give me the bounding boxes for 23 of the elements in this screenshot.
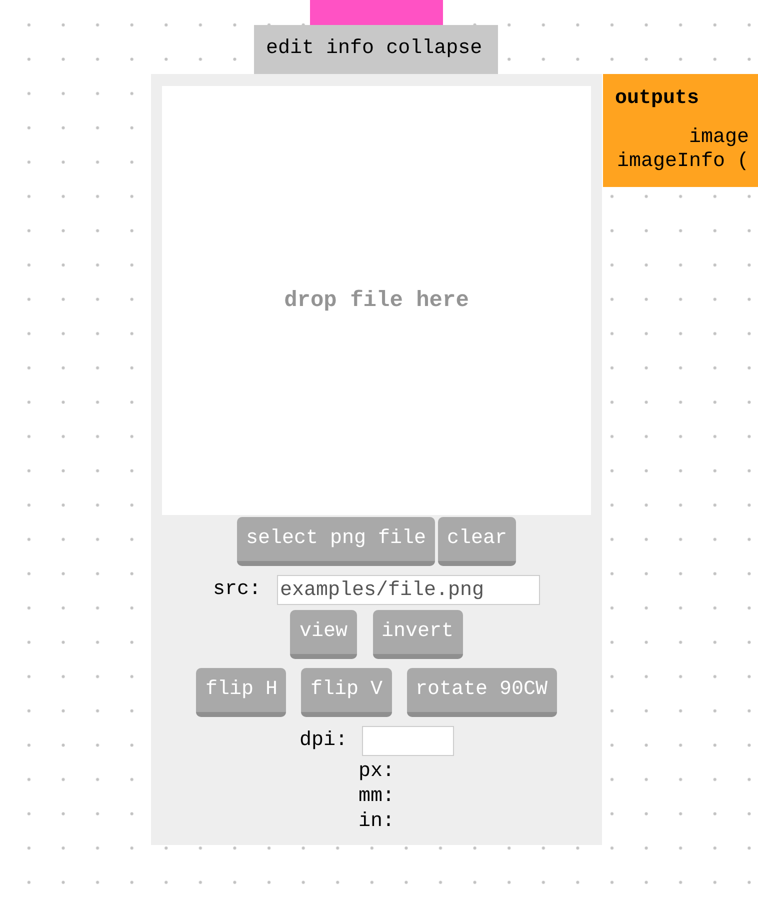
size-label: mm: xyxy=(358,784,394,809)
output-port-label[interactable]: imageInfo ( xyxy=(616,150,749,173)
dpi-label: dpi: xyxy=(299,729,348,753)
menu-link[interactable]: edit xyxy=(266,36,314,61)
menu-link[interactable]: info xyxy=(326,36,374,61)
output-port-label[interactable]: image xyxy=(688,126,749,149)
flip-horizontal-button[interactable]: flip H xyxy=(196,668,286,717)
view-button[interactable]: view xyxy=(290,610,356,659)
drop-hint-text: drop file here xyxy=(284,288,469,314)
size-label: px: xyxy=(358,759,394,784)
menu-link[interactable]: collapse xyxy=(386,36,482,61)
src-field[interactable]: examples/file.png xyxy=(277,575,540,605)
module-title-bar[interactable] xyxy=(310,0,443,25)
dpi-field[interactable] xyxy=(362,726,454,756)
drop-zone[interactable]: drop file here xyxy=(162,86,591,515)
src-label: src: xyxy=(212,578,261,602)
select-file-button[interactable]: select png file xyxy=(236,517,435,566)
outputs-title: outputs xyxy=(615,87,700,111)
flip-vertical-button[interactable]: flip V xyxy=(301,668,392,717)
rotate-button[interactable]: rotate 90CW xyxy=(406,668,557,717)
invert-button[interactable]: invert xyxy=(372,610,463,659)
clear-button[interactable]: clear xyxy=(438,517,516,566)
size-label: in: xyxy=(358,809,394,834)
